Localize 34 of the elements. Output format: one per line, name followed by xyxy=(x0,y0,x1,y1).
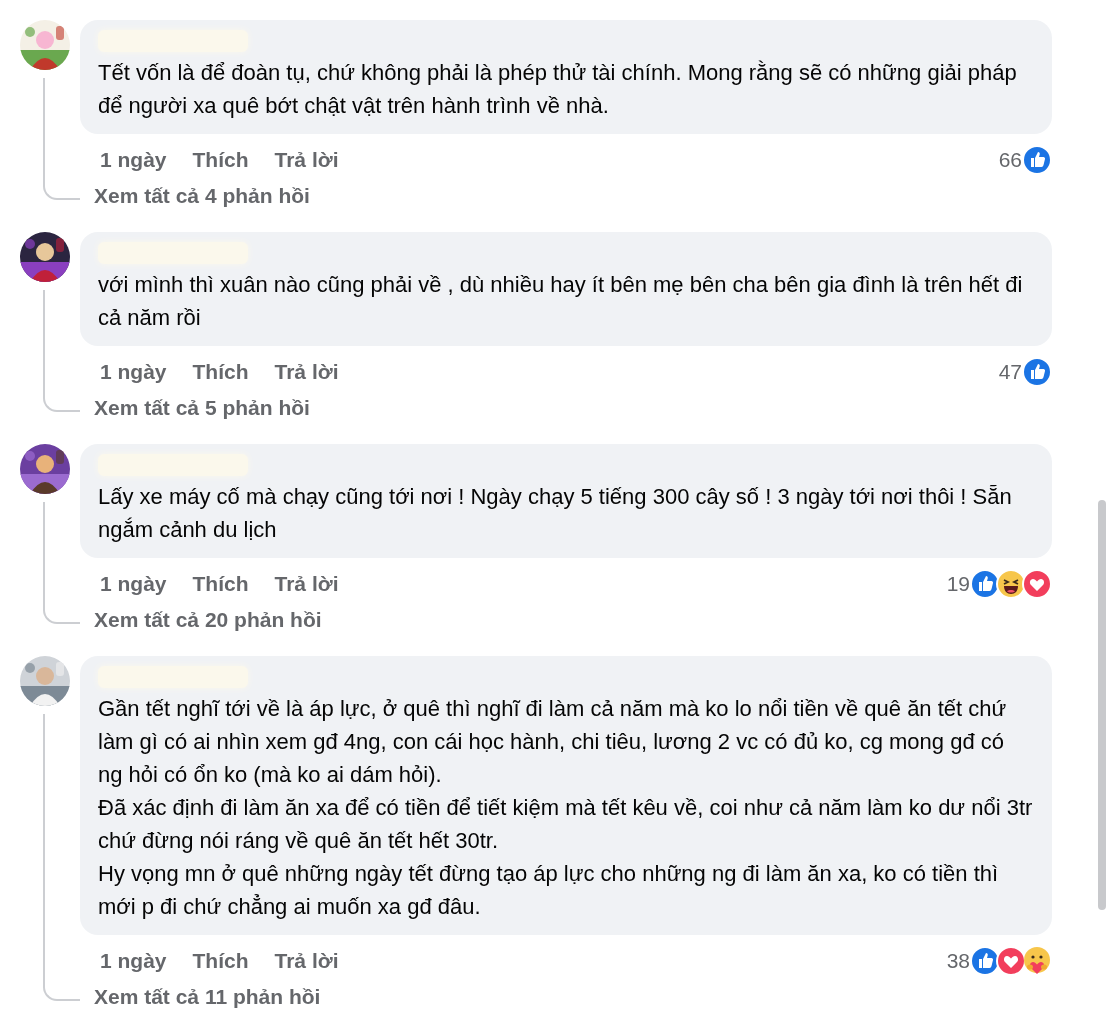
reaction-count[interactable]: 66 xyxy=(998,148,1022,172)
thread-connector xyxy=(43,602,80,624)
like-icon xyxy=(1022,357,1052,387)
comment-text: Tết vốn là để đoàn tụ, chứ không phải là phép thử tài chính. Mong rằng sẽ có những giải pháp để người xa quê bớt chật vật trên hành trình về nhà. xyxy=(98,59,1018,120)
comment-time[interactable]: 1 ngày xyxy=(100,949,167,973)
thread-connector xyxy=(43,979,80,1001)
like-link[interactable]: Thích xyxy=(192,949,249,973)
like-link[interactable]: Thích xyxy=(192,148,249,172)
scrollbar[interactable] xyxy=(1098,500,1106,910)
view-replies-link[interactable]: Xem tất cả 5 phản hồi xyxy=(80,390,1060,430)
thread-connector xyxy=(43,178,80,200)
comment-text: Đã xác định đi làm ăn xa để có tiền để tiết kiệm mà tết kêu về, coi như cả năm làm ko dư nổi 3tr chứ đừng nói ráng về quê ăn tết hết 30tr. xyxy=(98,794,1034,855)
view-replies-link[interactable]: Xem tất cả 11 phản hồi xyxy=(80,979,1060,1019)
like-icon xyxy=(1022,145,1052,175)
view-replies-link[interactable]: Xem tất cả 20 phản hồi xyxy=(80,602,1060,642)
comment-time[interactable]: 1 ngày xyxy=(100,148,167,172)
thread-connector xyxy=(43,390,80,412)
reply-link[interactable]: Trả lời xyxy=(274,148,339,172)
reaction-count[interactable]: 47 xyxy=(998,360,1022,384)
reaction-count[interactable]: 38 xyxy=(946,949,970,973)
comment-text: Hy vọng mn ở quê những ngày tết đừng tạo áp lực cho những ng đi làm ăn xa, ko có tiền thì mới p đi chứ chẳng ai muốn xa gđ đâu. xyxy=(98,860,1000,921)
view-replies-link[interactable]: Xem tất cả 4 phản hồi xyxy=(80,178,1060,218)
reply-link[interactable]: Trả lời xyxy=(274,949,339,973)
comment-time[interactable]: 1 ngày xyxy=(100,360,167,384)
reply-link[interactable]: Trả lời xyxy=(274,572,339,596)
comment-text: với mình thì xuân nào cũng phải về , dù nhiều hay ít bên mẹ bên cha bên gia đình là trên hết đi cả năm rồi xyxy=(98,271,1024,332)
reaction-count[interactable]: 19 xyxy=(946,572,970,596)
reply-link[interactable]: Trả lời xyxy=(274,360,339,384)
like-link[interactable]: Thích xyxy=(192,360,249,384)
comment-time[interactable]: 1 ngày xyxy=(100,572,167,596)
hugging-face-icon xyxy=(1022,946,1052,976)
comment-text: Lấy xe máy cố mà chạy cũng tới nơi ! Ngày chạy 5 tiếng 300 cây số ! 3 ngày tới nơi thôi ! Sẵn ngắm cảnh du lịch xyxy=(98,483,1013,544)
comment-text: Gần tết nghĩ tới về là áp lực, ở quê thì nghĩ đi làm cả năm mà ko lo nổi tiền về quê ăn tết chứ làm gì có ai nhìn xem gđ 4ng, con cái học hành, chi tiêu, lương 2 vc có đủ ko, cg mong gđ có ng hỏi có ổn ko (mà ko ai dám hỏi). xyxy=(98,695,1008,789)
like-link[interactable]: Thích xyxy=(192,572,249,596)
